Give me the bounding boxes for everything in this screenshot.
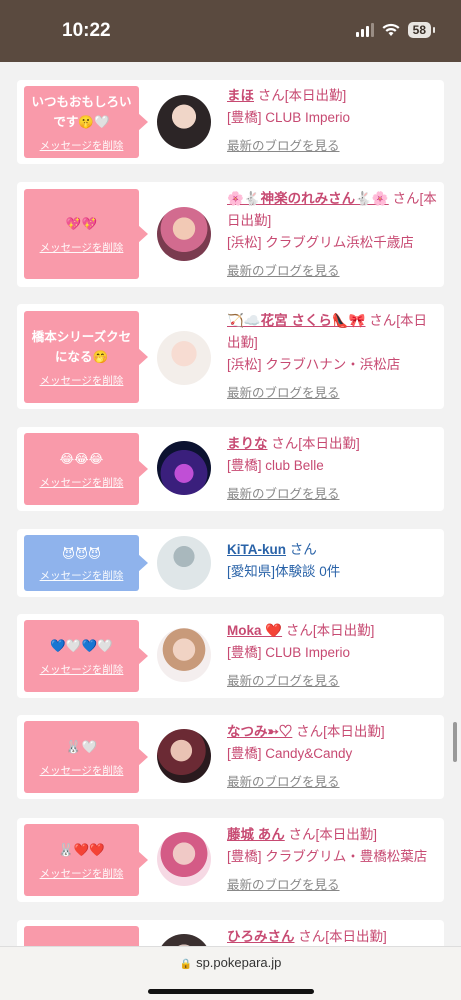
list-item: 😂😂😂 メッセージを削除 まりな さん[本日出勤] [豊橋] club Bell… — [17, 427, 444, 511]
message-text: 💙🤍💙🤍 — [50, 637, 113, 653]
profile-name-link[interactable]: 藤城 あん — [227, 827, 285, 842]
avatar[interactable] — [157, 729, 211, 783]
blog-link[interactable]: 最新のブログを見る — [227, 771, 437, 793]
list-item: ひろみさん さん[本日出勤] — [17, 920, 444, 946]
status-time: 10:22 — [62, 20, 111, 41]
message-text: 💖💖 — [65, 215, 98, 231]
avatar[interactable] — [157, 934, 211, 946]
profile-status: さん[本日出勤] — [257, 88, 347, 103]
avatar[interactable] — [157, 628, 211, 682]
blog-link[interactable]: 最新のブログを見る — [227, 135, 437, 157]
avatar[interactable] — [157, 832, 211, 886]
avatar[interactable] — [157, 441, 211, 495]
avatar[interactable] — [157, 207, 211, 261]
shop-location: [浜松] クラブグリム浜松千歳店 — [227, 235, 414, 250]
message-bubble: いつもおもしろいです🤫🤍 メッセージを削除 — [24, 86, 148, 158]
blog-link[interactable]: 最新のブログを見る — [227, 874, 437, 896]
profile-status: さん[本日出勤] — [288, 827, 378, 842]
shop-location[interactable]: [愛知県]体験談 0件 — [227, 561, 437, 583]
profile-name-link[interactable]: なつみ➳♡ — [227, 724, 292, 739]
profile-info: 藤城 あん さん[本日出勤] [豊橋] クラブグリム・豊橋松葉店 最新のブログを… — [227, 824, 437, 896]
list-item: 😈😈😈 メッセージを削除 KiTA-kun さん [愛知県]体験談 0件 — [17, 529, 444, 597]
list-item: 🐰🤍 メッセージを削除 なつみ➳♡ さん[本日出勤] [豊橋] Candy&Ca… — [17, 715, 444, 799]
message-text: 😂😂😂 — [59, 450, 104, 466]
message-text: 🐰❤️❤️ — [58, 841, 105, 857]
blog-link[interactable]: 最新のブログを見る — [227, 382, 437, 404]
delete-message-link[interactable]: メッセージを削除 — [40, 475, 124, 490]
list-item: 🐰❤️❤️ メッセージを削除 藤城 あん さん[本日出勤] [豊橋] クラブグリ… — [17, 818, 444, 902]
profile-info: なつみ➳♡ さん[本日出勤] [豊橋] Candy&Candy 最新のブログを見… — [227, 721, 437, 793]
blog-link[interactable]: 最新のブログを見る — [227, 483, 437, 505]
delete-message-link[interactable]: メッセージを削除 — [40, 373, 124, 388]
list-item: 💙🤍💙🤍 メッセージを削除 Moka ❤️ さん[本日出勤] [豊橋] CLUB… — [17, 614, 444, 698]
avatar[interactable] — [157, 95, 211, 149]
url-display[interactable]: 🔒 sp.pokepara.jp — [0, 955, 461, 970]
profile-name-link[interactable]: KiTA-kun — [227, 542, 286, 557]
shop-location: [豊橋] club Belle — [227, 458, 324, 473]
home-indicator[interactable] — [148, 989, 314, 994]
message-bubble: 💙🤍💙🤍 メッセージを削除 — [24, 620, 148, 692]
message-bubble: 🐰❤️❤️ メッセージを削除 — [24, 824, 148, 896]
profile-info: ひろみさん さん[本日出勤] — [227, 926, 437, 946]
message-bubble: 😂😂😂 メッセージを削除 — [24, 433, 148, 505]
profile-status: さん[本日出勤] — [271, 436, 360, 451]
message-text: いつもおもしろいです🤫🤍 — [31, 93, 132, 129]
profile-info: KiTA-kun さん [愛知県]体験談 0件 — [227, 539, 437, 583]
message-text: 🐰🤍 — [65, 738, 98, 754]
message-bubble — [24, 926, 139, 946]
url-text: sp.pokepara.jp — [196, 955, 282, 970]
shop-location: [豊橋] Candy&Candy — [227, 746, 353, 761]
profile-name-link[interactable]: まりな — [227, 436, 268, 451]
browser-address-bar[interactable]: 🔒 sp.pokepara.jp — [0, 946, 461, 1000]
list-item: 橋本シリーズクセになる🤭 メッセージを削除 🏹☁️花宮 さくら👠🎀 さん[本日出… — [17, 304, 444, 409]
profile-info: まりな さん[本日出勤] [豊橋] club Belle 最新のブログを見る — [227, 433, 437, 505]
avatar[interactable] — [157, 331, 211, 385]
message-bubble: 橋本シリーズクセになる🤭 メッセージを削除 — [24, 311, 148, 403]
shop-location: [豊橋] クラブグリム・豊橋松葉店 — [227, 849, 428, 864]
message-text: 橋本シリーズクセになる🤭 — [31, 328, 132, 364]
delete-message-link[interactable]: メッセージを削除 — [40, 763, 124, 778]
delete-message-link[interactable]: メッセージを削除 — [40, 568, 124, 583]
profile-name-link[interactable]: ひろみさん — [227, 929, 295, 944]
status-icons: 58 — [355, 22, 436, 38]
wifi-icon — [382, 23, 400, 37]
profile-status: さん — [289, 542, 317, 557]
delete-message-link[interactable]: メッセージを削除 — [40, 138, 124, 153]
message-text: 😈😈😈 — [61, 545, 102, 561]
status-bar: 10:22 58 — [0, 0, 461, 62]
profile-status: さん[本日出勤] — [285, 623, 375, 638]
blog-link[interactable]: 最新のブログを見る — [227, 670, 437, 692]
profile-info: 🌸🐇神楽のれみさん🐇🌸 さん[本日出勤] [浜松] クラブグリム浜松千歳店 最新… — [227, 188, 437, 282]
blog-link[interactable]: 最新のブログを見る — [227, 260, 437, 282]
shop-location: [豊橋] CLUB Imperio — [227, 645, 351, 660]
profile-status: さん[本日出勤] — [296, 724, 385, 739]
message-bubble: 😈😈😈 メッセージを削除 — [24, 535, 148, 591]
profile-info: まほ さん[本日出勤] [豊橋] CLUB Imperio 最新のブログを見る — [227, 85, 437, 157]
delete-message-link[interactable]: メッセージを削除 — [40, 662, 124, 677]
signal-icon — [355, 23, 374, 37]
profile-info: 🏹☁️花宮 さくら👠🎀 さん[本日出勤] [浜松] クラブハナン・浜松店 最新の… — [227, 310, 437, 404]
profile-name-link[interactable]: 🌸🐇神楽のれみさん🐇🌸 — [227, 191, 389, 206]
profile-info: Moka ❤️ さん[本日出勤] [豊橋] CLUB Imperio 最新のブロ… — [227, 620, 437, 692]
profile-name-link[interactable]: 🏹☁️花宮 さくら👠🎀 — [227, 313, 366, 328]
shop-location: [浜松] クラブハナン・浜松店 — [227, 357, 401, 372]
list-item: いつもおもしろいです🤫🤍 メッセージを削除 まほ さん[本日出勤] [豊橋] C… — [17, 80, 444, 164]
message-bubble: 🐰🤍 メッセージを削除 — [24, 721, 148, 793]
battery-icon: 58 — [407, 22, 436, 38]
profile-status: さん[本日出勤] — [298, 929, 387, 944]
profile-name-link[interactable]: まほ — [227, 88, 254, 103]
delete-message-link[interactable]: メッセージを削除 — [40, 240, 124, 255]
scrollbar[interactable] — [453, 722, 457, 762]
shop-location: [豊橋] CLUB Imperio — [227, 110, 351, 125]
delete-message-link[interactable]: メッセージを削除 — [40, 866, 124, 881]
list-item: 💖💖 メッセージを削除 🌸🐇神楽のれみさん🐇🌸 さん[本日出勤] [浜松] クラ… — [17, 182, 444, 287]
message-bubble: 💖💖 メッセージを削除 — [24, 189, 148, 279]
message-list: いつもおもしろいです🤫🤍 メッセージを削除 まほ さん[本日出勤] [豊橋] C… — [0, 62, 461, 946]
lock-icon: 🔒 — [179, 959, 193, 970]
profile-name-link[interactable]: Moka ❤️ — [227, 623, 282, 638]
avatar[interactable] — [157, 536, 211, 590]
